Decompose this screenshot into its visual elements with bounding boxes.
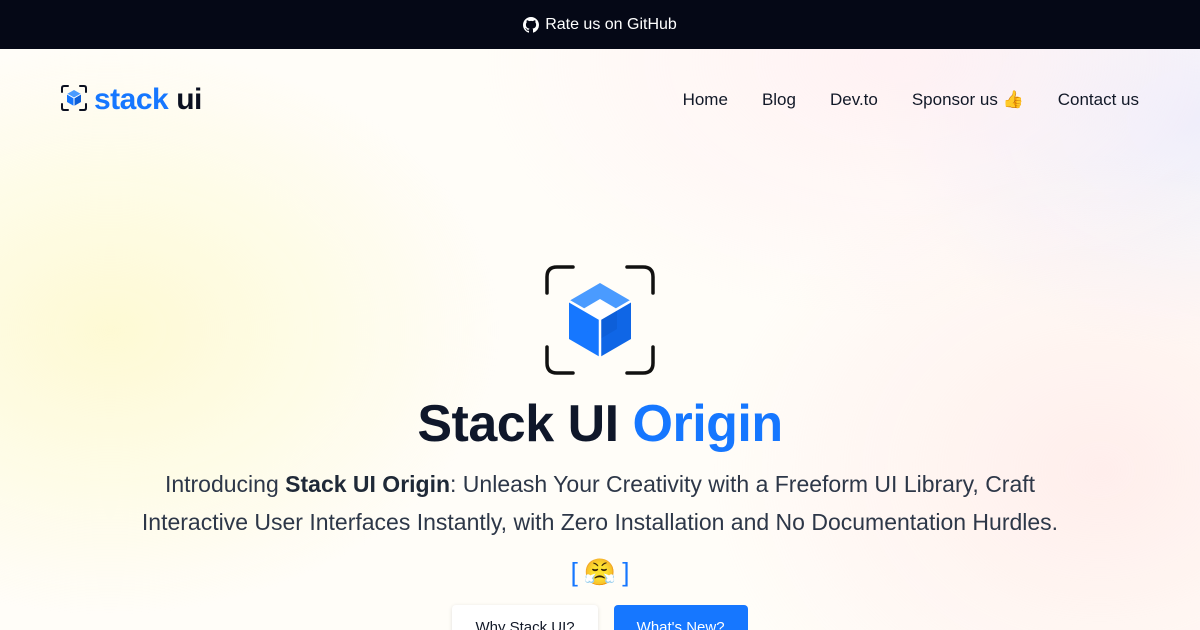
bracket-close: ] [622, 557, 630, 587]
logo[interactable]: stack ui [60, 84, 202, 117]
scan-cube-icon [545, 265, 655, 375]
nav-devto[interactable]: Dev.to [830, 90, 878, 110]
logo-wordmark: stack ui [94, 85, 202, 115]
title-main: Stack UI [417, 395, 619, 453]
page-title: Stack UI Origin [417, 394, 784, 454]
hero-description: Introducing Stack UI Origin: Unleash You… [110, 465, 1090, 541]
navbar: stack ui Home Blog Dev.to Sponsor us 👍 C… [0, 49, 1200, 151]
nav-contact[interactable]: Contact us [1058, 90, 1139, 110]
whats-new-button[interactable]: What's New? [613, 605, 748, 630]
bracket-open: [ [570, 557, 578, 587]
title-accent: Origin [632, 395, 784, 453]
github-banner-label: Rate us on GitHub [545, 15, 677, 33]
logo-text-ui: ui [176, 83, 202, 116]
hero-section: Stack UI Origin Introducing Stack UI Ori… [0, 151, 1200, 630]
cube-icon [60, 84, 88, 117]
huffing-face-emoji: 😤 [583, 557, 617, 587]
nav-sponsor[interactable]: Sponsor us 👍 [912, 90, 1024, 110]
nav-blog[interactable]: Blog [762, 90, 796, 110]
nav-menu: Home Blog Dev.to Sponsor us 👍 Contact us [683, 90, 1139, 110]
hero-buttons: Why Stack UI? What's New? [452, 605, 748, 630]
desc-prefix: Introducing [164, 471, 286, 497]
emoji-line: [ 😤 ] [571, 556, 630, 588]
github-banner[interactable]: Rate us on GitHub [0, 0, 1200, 49]
logo-text-stack: stack [94, 83, 169, 116]
why-stack-ui-button[interactable]: Why Stack UI? [452, 605, 598, 630]
desc-bold: Stack UI Origin [285, 471, 451, 497]
github-icon [523, 16, 540, 33]
nav-home[interactable]: Home [683, 90, 728, 110]
